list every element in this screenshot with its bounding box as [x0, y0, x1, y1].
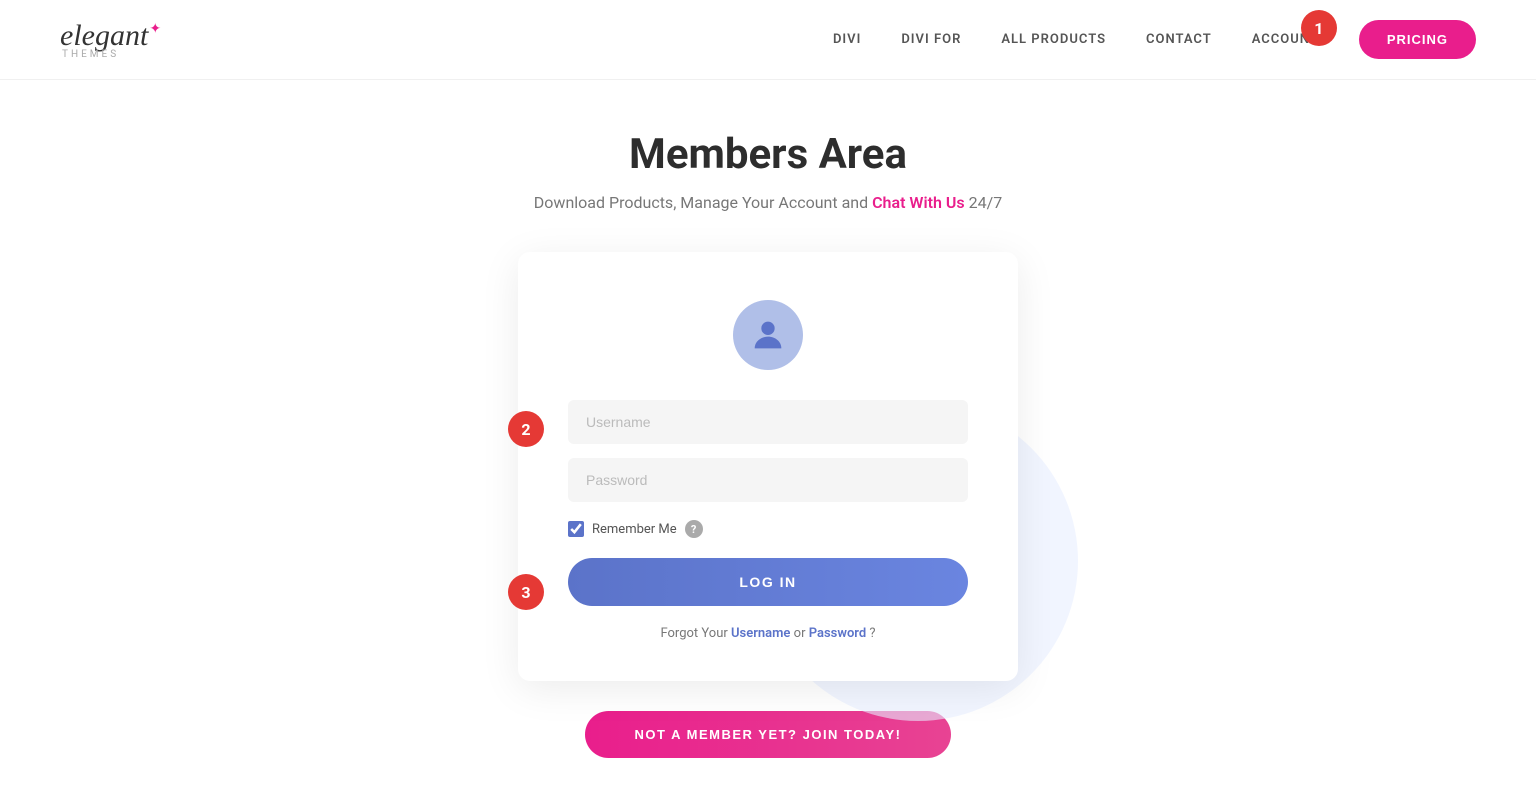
- login-card: 2 Remember Me ? 3 LOG IN Forgot Your: [518, 252, 1018, 681]
- login-btn-wrapper: 3 LOG IN: [568, 558, 968, 626]
- nav-item-contact[interactable]: CONTACT: [1146, 32, 1212, 47]
- username-wrapper: 2: [568, 400, 968, 458]
- username-input[interactable]: [568, 400, 968, 444]
- subtitle-text-after: 24/7: [969, 193, 1003, 212]
- help-icon[interactable]: ?: [685, 520, 703, 538]
- login-card-wrapper: 2 Remember Me ? 3 LOG IN Forgot Your: [518, 252, 1018, 681]
- user-icon: [748, 315, 788, 355]
- page-subtitle: Download Products, Manage Your Account a…: [534, 193, 1002, 212]
- forgot-after: ?: [869, 626, 875, 641]
- annotation-1: 1: [1301, 10, 1337, 46]
- chat-link[interactable]: Chat With Us: [872, 193, 965, 212]
- logo-text: elegant: [60, 19, 148, 53]
- forgot-password-link[interactable]: Password: [809, 626, 866, 641]
- forgot-text: Forgot Your Username or Password ?: [660, 626, 875, 641]
- main-content: Members Area Download Products, Manage Y…: [0, 80, 1536, 798]
- forgot-or: or: [794, 626, 809, 641]
- login-button[interactable]: LOG IN: [568, 558, 968, 606]
- forgot-username-link[interactable]: Username: [731, 626, 790, 641]
- password-wrapper: [568, 458, 968, 516]
- remember-row: Remember Me ?: [568, 520, 968, 538]
- annotation-2: 2: [508, 411, 544, 447]
- logo[interactable]: elegant ✦ themes: [60, 19, 161, 60]
- main-nav: DIVI DIVI FOR ALL PRODUCTS CONTACT ACCOU…: [833, 20, 1476, 59]
- remember-checkbox[interactable]: [568, 521, 584, 537]
- forgot-before: Forgot Your: [660, 626, 731, 641]
- nav-item-divi-for[interactable]: DIVI FOR: [901, 32, 961, 47]
- subtitle-text-before: Download Products, Manage Your Account a…: [534, 193, 872, 212]
- account-nav-wrapper: ACCOUNT 1: [1252, 32, 1319, 47]
- pricing-button[interactable]: PRICING: [1359, 20, 1476, 59]
- password-input[interactable]: [568, 458, 968, 502]
- logo-subtext: themes: [62, 49, 119, 60]
- header: elegant ✦ themes DIVI DIVI FOR ALL PRODU…: [0, 0, 1536, 80]
- annotation-3: 3: [508, 574, 544, 610]
- logo-star-icon: ✦: [149, 21, 161, 37]
- user-avatar: [733, 300, 803, 370]
- nav-item-divi[interactable]: DIVI: [833, 32, 861, 47]
- page-title: Members Area: [629, 130, 907, 179]
- remember-label: Remember Me: [592, 522, 677, 537]
- nav-item-all-products[interactable]: ALL PRODUCTS: [1001, 32, 1106, 47]
